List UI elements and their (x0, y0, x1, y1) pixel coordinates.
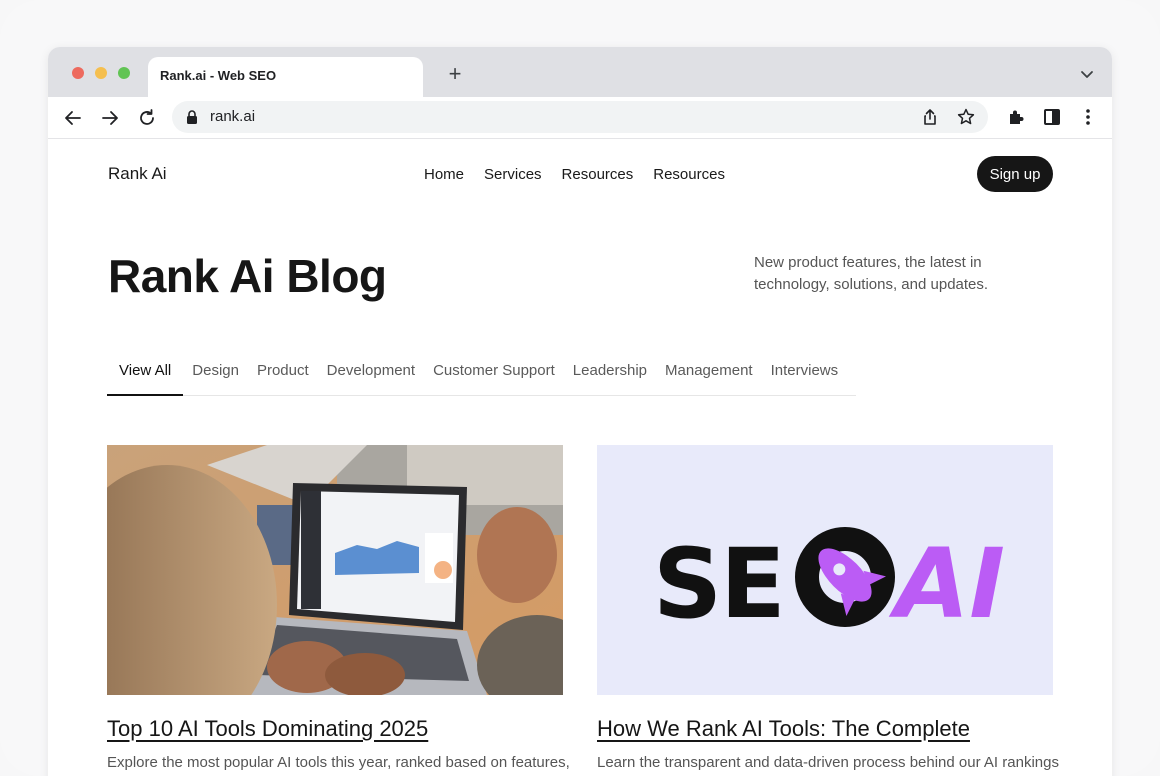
nav-home[interactable]: Home (424, 166, 464, 183)
new-tab-icon[interactable]: + (444, 63, 466, 85)
post-title[interactable]: How We Rank AI Tools: The Complete (597, 716, 1053, 742)
blog-card[interactable]: SE AI How We Rank AI Tools: The Complete… (597, 445, 1059, 771)
share-icon[interactable] (920, 107, 940, 127)
chevron-down-icon[interactable] (1080, 67, 1094, 81)
post-excerpt: Explore the most popular AI tools this y… (107, 754, 570, 771)
minimize-window-button[interactable] (95, 67, 107, 79)
seo-ai-logo: SE AI (653, 527, 1005, 640)
svg-text:AI: AI (888, 528, 1005, 640)
address-bar[interactable]: rank.ai (172, 101, 988, 133)
blog-card[interactable]: Top 10 AI Tools Dominating 2025 Explore … (107, 445, 570, 771)
main-nav: Home Services Resources Resources (424, 166, 725, 183)
tab-title: Rank.ai - Web SEO (160, 68, 277, 83)
svg-text:SE: SE (653, 528, 784, 640)
reload-icon[interactable] (136, 107, 158, 129)
nav-resources-2[interactable]: Resources (653, 166, 725, 183)
tab-development[interactable]: Development (318, 344, 424, 396)
more-options-icon[interactable] (1078, 107, 1098, 127)
url-text: rank.ai (210, 108, 256, 125)
maximize-window-button[interactable] (118, 67, 130, 79)
browser-window: Rank.ai - Web SEO + rank.ai Rank Ai Home… (48, 47, 1112, 776)
nav-services[interactable]: Services (484, 166, 542, 183)
side-panel-icon[interactable] (1042, 107, 1062, 127)
site-logo[interactable]: Rank Ai (108, 164, 167, 184)
tab-management[interactable]: Management (656, 344, 762, 396)
laptop-photo-illustration (107, 445, 563, 695)
tab-strip: Rank.ai - Web SEO + (48, 47, 1112, 97)
category-filter-tabs: View All Design Product Development Cust… (107, 344, 856, 396)
back-arrow-icon[interactable] (62, 107, 84, 129)
lock-icon (187, 110, 197, 124)
post-image-laptop[interactable] (107, 445, 563, 695)
tab-view-all[interactable]: View All (107, 344, 184, 396)
signup-button[interactable]: Sign up (977, 156, 1053, 192)
post-excerpt: Learn the transparent and data-driven pr… (597, 754, 1059, 771)
page-subtitle: New product features, the latest in tech… (754, 254, 989, 293)
web-page: Rank Ai Home Services Resources Resource… (48, 139, 1112, 776)
browser-tab-active[interactable]: Rank.ai - Web SEO (148, 57, 423, 97)
browser-toolbar: rank.ai (48, 97, 1112, 139)
tab-design[interactable]: Design (183, 344, 248, 396)
close-window-button[interactable] (72, 67, 84, 79)
tab-leadership[interactable]: Leadership (564, 344, 656, 396)
tab-interviews[interactable]: Interviews (762, 344, 848, 396)
page-title: Rank Ai Blog (108, 250, 387, 302)
forward-arrow-icon[interactable] (99, 107, 121, 129)
nav-resources[interactable]: Resources (562, 166, 634, 183)
post-image-seo-ai[interactable]: SE AI (597, 445, 1053, 695)
tab-product[interactable]: Product (248, 344, 318, 396)
bookmark-star-icon[interactable] (956, 107, 976, 127)
post-title[interactable]: Top 10 AI Tools Dominating 2025 (107, 716, 563, 742)
tab-customer-support[interactable]: Customer Support (424, 344, 564, 396)
extensions-puzzle-icon[interactable] (1006, 107, 1026, 127)
